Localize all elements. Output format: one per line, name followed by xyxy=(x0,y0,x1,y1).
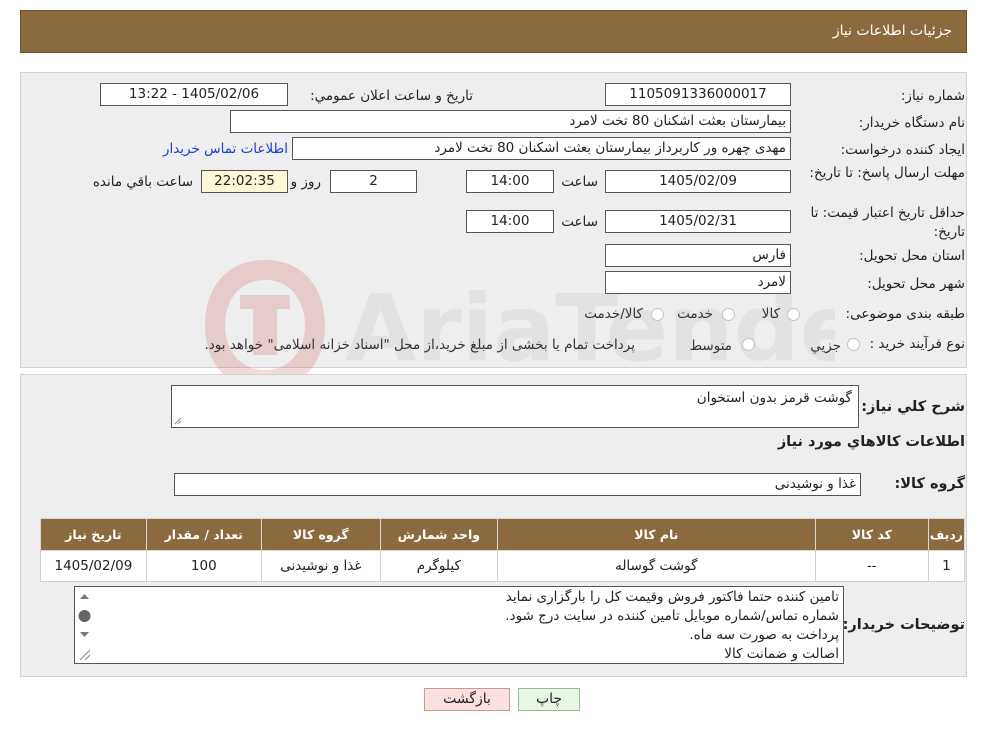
scroll-thumb-icon xyxy=(78,610,91,622)
validity-time-field: 14:00 xyxy=(466,210,554,233)
buyer-note-line: پرداخت به صورت سه ماه. xyxy=(689,627,839,643)
back-button[interactable]: بازگشت xyxy=(424,688,510,711)
col-goods-group: گروه کالا xyxy=(260,518,381,551)
page-header: جزئيات اطلاعات نياز xyxy=(20,10,967,53)
col-quantity: تعداد / مقدار xyxy=(145,518,262,551)
category-radio-goods[interactable] xyxy=(787,308,800,321)
remaining-label: ساعت باقي مانده xyxy=(92,174,193,190)
cell-need-date: 1405/02/09 xyxy=(40,550,147,582)
cell-quantity: 100 xyxy=(145,550,262,582)
deadline-label: مهلت ارسال پاسخ: تا تاريخ: xyxy=(809,165,965,181)
category-radio-goods-service[interactable] xyxy=(651,308,664,321)
category-option-goods-service: کالا/خدمت xyxy=(584,306,643,322)
days-label: روز و xyxy=(290,174,321,190)
buyer-org-field: بیمارستان بعثت اشکنان 80 تخت لامرد xyxy=(230,110,791,133)
city-field: لامرد xyxy=(605,271,791,294)
validity-time-label: ساعت xyxy=(561,214,598,230)
category-radio-service[interactable] xyxy=(722,308,735,321)
goods-info-title: اطلاعات کالاهاي مورد نياز xyxy=(777,434,965,450)
description-textarea[interactable]: گوشت قرمز بدون استخوان xyxy=(171,385,859,428)
announce-label: تاريخ و ساعت اعلان عمومي: xyxy=(310,88,473,104)
resize-handle-icon xyxy=(79,649,91,661)
category-option-goods: کالا xyxy=(761,306,780,322)
buyer-note-line: تامین کننده حتما فاکتور فروش وقیمت کل را… xyxy=(505,589,839,605)
process-label: نوع فرآيند خريد : xyxy=(869,336,965,352)
col-need-date: تاريخ نياز xyxy=(40,518,147,551)
creator-field: مهدی چهره ور کاربرداز بیمارستان بعثت اشک… xyxy=(292,137,791,160)
process-radio-minor[interactable] xyxy=(847,338,860,351)
validity-date-field: 1405/02/31 xyxy=(605,210,791,233)
buyer-notes-label: توضيحات خريدار: xyxy=(842,617,965,633)
resize-handle-icon[interactable] xyxy=(174,417,182,425)
goods-group-field: غذا و نوشیدنی xyxy=(174,473,861,496)
category-option-service: خدمت xyxy=(677,306,713,322)
col-item-name: نام کالا xyxy=(496,518,816,551)
creator-label: ايجاد کننده درخواست: xyxy=(840,142,965,158)
buyer-org-label: نام دستگاه خريدار: xyxy=(858,115,965,131)
print-button[interactable]: چاپ xyxy=(518,688,580,711)
buyer-contact-link[interactable]: اطلاعات تماس خريدار xyxy=(163,141,288,157)
table-row: 1 -- گوشت گوساله کیلوگرم غذا و نوشیدنی 1… xyxy=(40,550,966,582)
need-number-label: شماره نياز: xyxy=(900,88,965,104)
table-header-row: رديف کد کالا نام کالا واحد شمارش گروه کا… xyxy=(40,518,966,551)
description-label: شرح کلي نياز: xyxy=(861,399,965,415)
province-field: فارس xyxy=(605,244,791,267)
cell-item-code: -- xyxy=(814,550,929,582)
city-label: شهر محل تحويل: xyxy=(867,276,965,292)
cell-item-name: گوشت گوساله xyxy=(496,550,816,582)
buyer-note-line: اصالت و ضمانت کالا xyxy=(724,646,839,662)
description-text: گوشت قرمز بدون استخوان xyxy=(696,390,852,406)
remaining-time-field: 22:02:35 xyxy=(201,170,288,193)
col-unit: واحد شمارش xyxy=(379,518,498,551)
buyer-note-line: شماره تماس/شماره موبایل تامین کننده در س… xyxy=(505,608,839,624)
buyer-notes-textarea[interactable]: تامین کننده حتما فاکتور فروش وقیمت کل را… xyxy=(74,586,844,664)
deadline-date-field: 1405/02/09 xyxy=(605,170,791,193)
col-item-code: کد کالا xyxy=(814,518,929,551)
cell-goods-group: غذا و نوشیدنی xyxy=(260,550,381,582)
process-option-medium: متوسط xyxy=(689,338,732,354)
validity-label: حداقل تاريخ اعتبار قيمت: تا تاريخ: xyxy=(810,205,965,240)
cell-row-number: 1 xyxy=(927,550,966,582)
cell-unit: کیلوگرم xyxy=(379,550,498,582)
category-label: طبقه بندی موضوعی: xyxy=(845,306,965,322)
process-option-minor: جزيي xyxy=(810,338,841,354)
announce-datetime-field: 1405/02/06 - 13:22 xyxy=(100,83,288,106)
process-payment-note: پرداخت تمام يا بخشی از مبلغ خريد،از محل … xyxy=(204,337,635,353)
goods-table: رديف کد کالا نام کالا واحد شمارش گروه کا… xyxy=(40,518,966,582)
notes-scrollbar[interactable] xyxy=(76,588,93,662)
scroll-up-icon xyxy=(80,594,89,599)
process-radio-medium[interactable] xyxy=(742,338,755,351)
deadline-time-field: 14:00 xyxy=(466,170,554,193)
days-field: 2 xyxy=(330,170,417,193)
deadline-time-label: ساعت xyxy=(561,174,598,190)
goods-group-label: گروه کالا: xyxy=(894,476,965,492)
province-label: استان محل تحويل: xyxy=(859,248,965,264)
page-title: جزئيات اطلاعات نياز xyxy=(832,23,952,39)
scroll-down-icon xyxy=(80,632,89,637)
need-number-field: 1105091336000017 xyxy=(605,83,791,106)
col-row-number: رديف xyxy=(927,518,966,551)
